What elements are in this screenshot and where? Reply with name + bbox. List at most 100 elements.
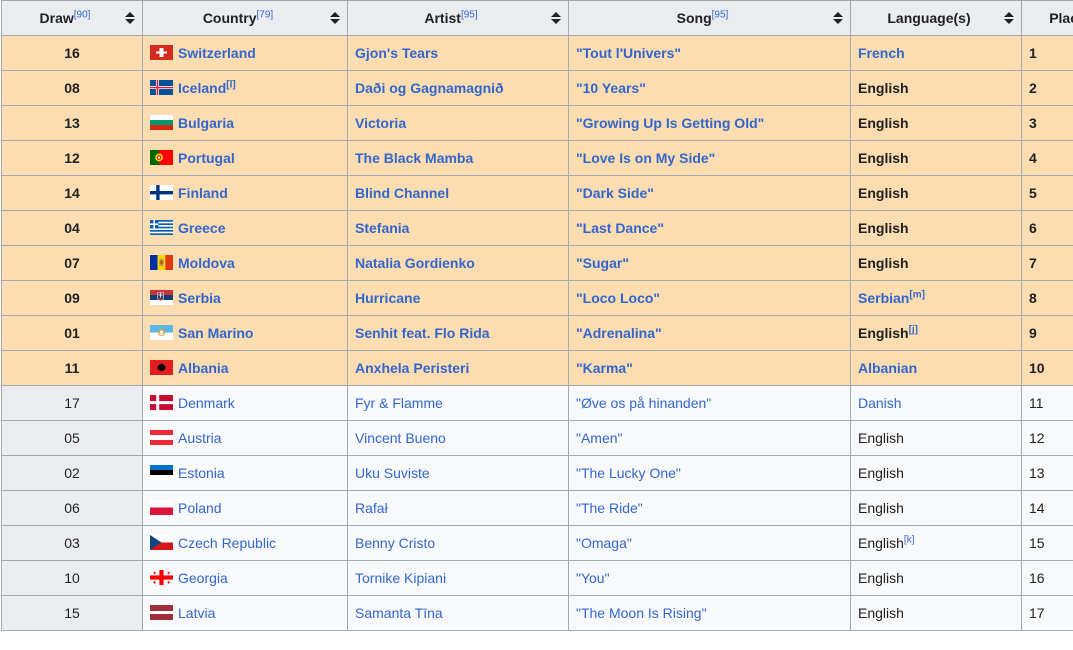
song-link[interactable]: "10 Years": [576, 80, 646, 96]
artist-link[interactable]: Samanta Tīna: [355, 605, 443, 621]
place-value: 8: [1029, 289, 1037, 306]
table-header: Draw[90] Country[79] Artist[95] Song[95]…: [1, 0, 1073, 36]
column-header-language[interactable]: Language(s): [850, 0, 1022, 36]
column-header-place-label: Place: [1049, 9, 1073, 26]
place-value: 11: [1029, 394, 1044, 411]
cell-country: Estonia: [142, 454, 348, 491]
artist-link[interactable]: Fyr & Flamme: [355, 395, 443, 411]
sort-icon-song[interactable]: [833, 11, 844, 25]
country-link[interactable]: Poland: [178, 500, 222, 516]
country-link[interactable]: Latvia: [178, 605, 215, 621]
artist-link[interactable]: Stefania: [355, 220, 409, 236]
column-header-place[interactable]: Place: [1021, 0, 1073, 36]
country-link[interactable]: Denmark: [178, 395, 235, 411]
country-link[interactable]: Finland: [178, 185, 228, 201]
artist-link[interactable]: Benny Cristo: [355, 535, 435, 551]
song-link[interactable]: "The Ride": [576, 500, 643, 516]
artist-link[interactable]: Anxhela Peristeri: [355, 360, 469, 376]
cell-draw: 06: [1, 489, 143, 526]
draw-value: 07: [64, 254, 80, 271]
sort-icon-language[interactable]: [1004, 11, 1015, 25]
song-link[interactable]: "Øve os på hinanden": [576, 395, 711, 411]
country-link[interactable]: Albania: [178, 360, 229, 376]
song-link[interactable]: "Amen": [576, 430, 623, 446]
cell-language: English[j]: [850, 314, 1022, 351]
place-value: 4: [1029, 149, 1037, 166]
draw-value: 01: [64, 324, 80, 341]
song-link[interactable]: "Sugar": [576, 255, 629, 271]
country-link[interactable]: Bulgaria: [178, 115, 234, 131]
draw-value: 05: [64, 429, 80, 446]
country-link[interactable]: Czech Republic: [178, 535, 276, 551]
song-link[interactable]: "The Moon Is Rising": [576, 605, 707, 621]
language-footnote-ref[interactable]: [k]: [904, 534, 915, 545]
country-link[interactable]: San Marino: [178, 325, 253, 341]
song-link[interactable]: "Adrenalina": [576, 325, 662, 341]
country-link[interactable]: Moldova: [178, 255, 235, 271]
column-header-draw-ref[interactable]: [90]: [74, 9, 91, 20]
country-link[interactable]: Estonia: [178, 465, 225, 481]
cell-language: English: [850, 139, 1022, 176]
language-footnote-ref[interactable]: [m]: [909, 289, 925, 300]
artist-link[interactable]: Gjon's Tears: [355, 45, 438, 61]
column-header-country[interactable]: Country[79]: [142, 0, 348, 36]
artist-link[interactable]: The Black Mamba: [355, 150, 473, 166]
column-header-song[interactable]: Song[95]: [568, 0, 851, 36]
artist-link[interactable]: Victoria: [355, 115, 406, 131]
artist-link[interactable]: Blind Channel: [355, 185, 449, 201]
country-link[interactable]: Austria: [178, 430, 222, 446]
cell-artist: Tornike Kipiani: [347, 559, 569, 596]
country-link[interactable]: Portugal: [178, 150, 235, 166]
song-link[interactable]: "Love Is on My Side": [576, 150, 715, 166]
column-header-song-ref[interactable]: [95]: [712, 9, 729, 20]
table-row: 02 Estonia Uku Suviste "The Lucky One" Engli…: [1, 454, 1073, 491]
song-link[interactable]: "You": [576, 570, 610, 586]
song-link[interactable]: "Karma": [576, 360, 633, 376]
artist-link[interactable]: Vincent Bueno: [355, 430, 446, 446]
language-value: English: [858, 79, 909, 96]
artist-link[interactable]: Uku Suviste: [355, 465, 430, 481]
sort-icon-country[interactable]: [330, 11, 341, 25]
country-link[interactable]: Georgia: [178, 570, 228, 586]
artist-link[interactable]: Rafał: [355, 500, 388, 516]
flag-sanmarino-icon: [150, 324, 173, 340]
language-value[interactable]: Albanian: [858, 360, 917, 376]
table-row: 17 Denmark Fyr & Flamme "Øve os på hinanden…: [1, 384, 1073, 421]
language-value[interactable]: French: [858, 45, 905, 61]
artist-link[interactable]: Hurricane: [355, 290, 420, 306]
song-link[interactable]: "Dark Side": [576, 185, 654, 201]
song-link[interactable]: "Growing Up Is Getting Old": [576, 115, 764, 131]
column-header-country-ref[interactable]: [79]: [256, 9, 273, 20]
language-value[interactable]: Serbian: [858, 290, 909, 306]
column-header-artist-ref[interactable]: [95]: [461, 9, 478, 20]
cell-song: "Last Dance": [568, 209, 851, 246]
song-link[interactable]: "Last Dance": [576, 220, 664, 236]
place-value: 16: [1029, 569, 1045, 586]
sort-icon-artist[interactable]: [551, 11, 562, 25]
table-row: 16 Switzerland Gjon's Tears "Tout l'Univers…: [1, 34, 1073, 71]
language-footnote-ref[interactable]: [j]: [909, 324, 918, 335]
artist-link[interactable]: Daði og Gagnamagnið: [355, 80, 504, 96]
column-header-artist[interactable]: Artist[95]: [347, 0, 569, 36]
artist-link[interactable]: Tornike Kipiani: [355, 570, 446, 586]
artist-link[interactable]: Senhit feat. Flo Rida: [355, 325, 490, 341]
country-link[interactable]: Greece: [178, 220, 225, 236]
cell-artist: Anxhela Peristeri: [347, 349, 569, 386]
song-link[interactable]: "Omaga": [576, 535, 632, 551]
cell-language: Serbian[m]: [850, 279, 1022, 316]
artist-link[interactable]: Natalia Gordienko: [355, 255, 475, 271]
country-footnote-ref[interactable]: [l]: [226, 79, 235, 90]
column-header-draw[interactable]: Draw[90]: [1, 0, 143, 36]
language-value: English: [858, 149, 909, 166]
country-link[interactable]: Switzerland: [178, 45, 256, 61]
song-link[interactable]: "Tout l'Univers": [576, 45, 681, 61]
language-value[interactable]: Danish: [858, 395, 902, 411]
sort-icon-draw[interactable]: [125, 11, 136, 25]
cell-draw: 14: [1, 174, 143, 211]
song-link[interactable]: "Loco Loco": [576, 290, 660, 306]
song-link[interactable]: "The Lucky One": [576, 465, 681, 481]
cell-draw: 09: [1, 279, 143, 316]
draw-value: 15: [64, 604, 80, 621]
country-link[interactable]: Serbia: [178, 290, 221, 306]
country-link[interactable]: Iceland: [178, 80, 226, 96]
